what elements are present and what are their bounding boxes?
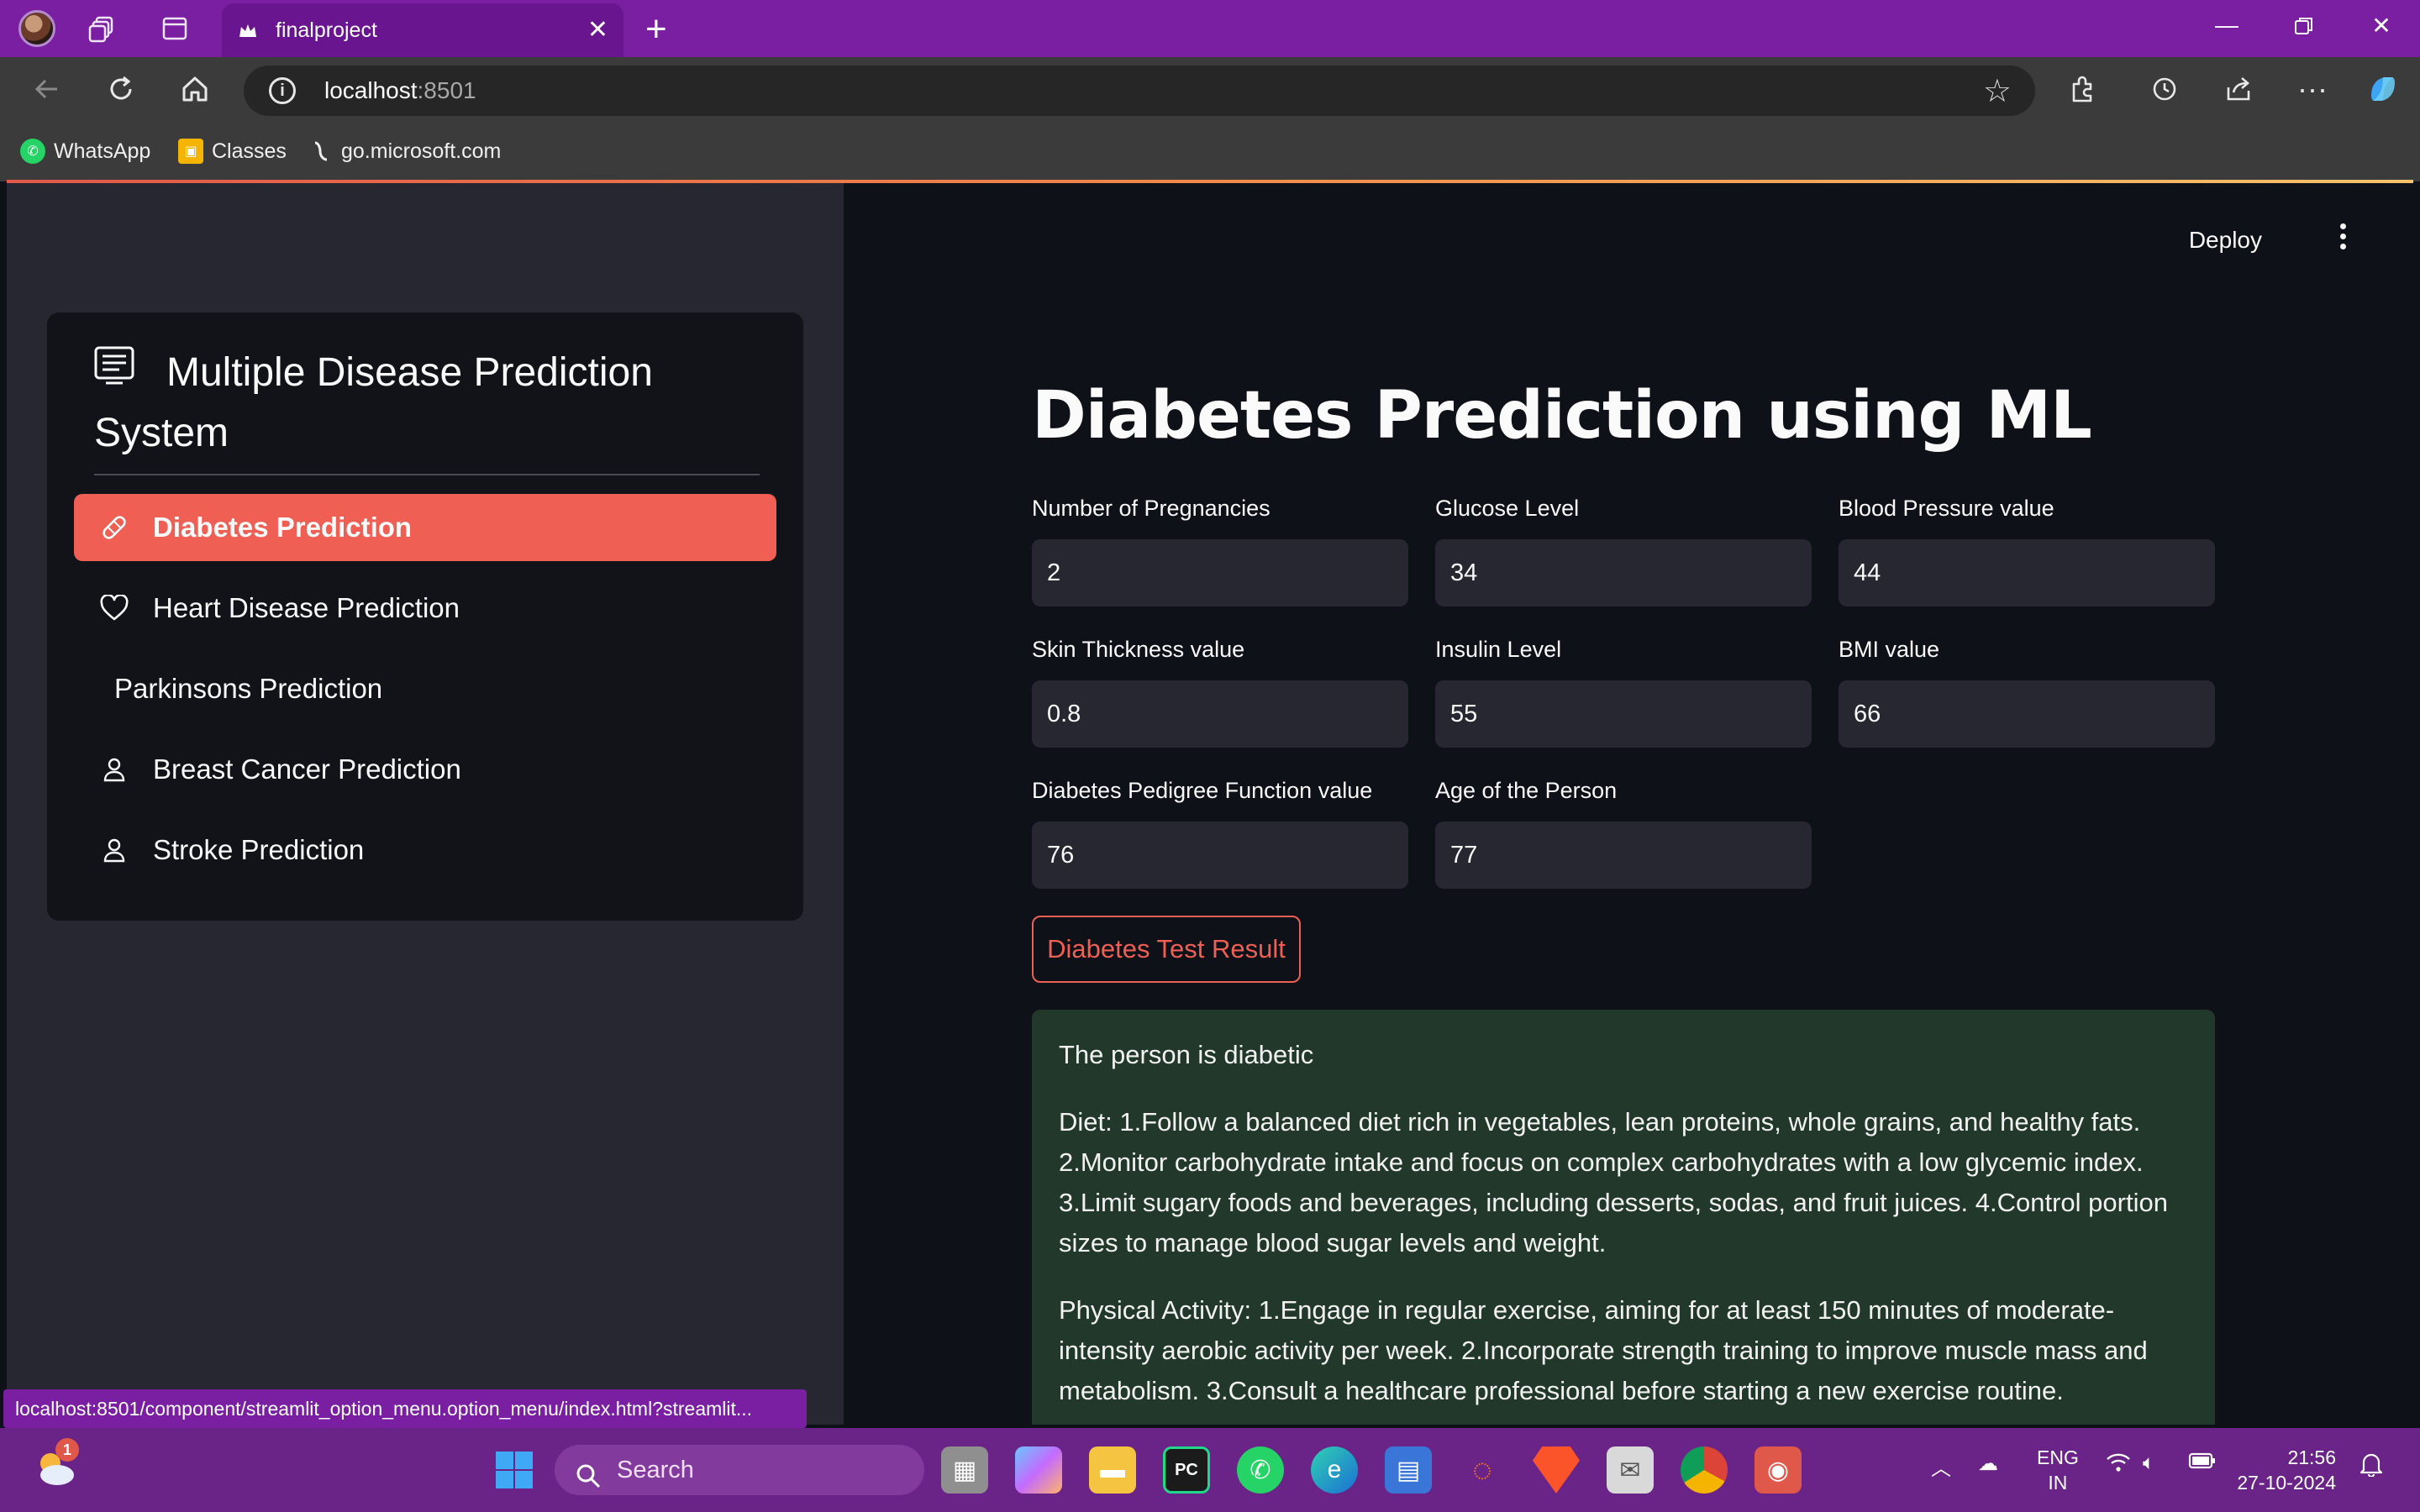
pregnancies-input[interactable]: 2 [1032, 539, 1408, 606]
notifications-icon[interactable] [2360, 1452, 2383, 1483]
menu-item-parkinsons[interactable]: Parkinsons Prediction [74, 655, 776, 722]
main-menu-icon[interactable] [2334, 223, 2351, 257]
wifi-icon[interactable] [2106, 1452, 2131, 1479]
task-view-icon[interactable]: ▦ [941, 1446, 988, 1494]
glucose-input[interactable]: 34 [1435, 539, 1812, 606]
profile-avatar[interactable] [18, 10, 55, 47]
tab-title: finalproject [276, 18, 377, 42]
recorder-icon[interactable]: ◉ [1754, 1446, 1802, 1494]
glucose-label: Glucose Level [1435, 496, 1580, 521]
heart-icon [99, 593, 129, 623]
bandaid-icon [99, 512, 129, 543]
store-icon[interactable]: ▤ [1385, 1446, 1432, 1494]
menu-item-diabetes[interactable]: Diabetes Prediction [74, 494, 776, 561]
history-icon[interactable] [2146, 71, 2183, 108]
show-hidden-icons[interactable]: ︿ [1931, 1452, 1951, 1481]
result-diet: Diet: 1.Follow a balanced diet rich in v… [1059, 1107, 2168, 1257]
diabetes-test-result-button[interactable]: Diabetes Test Result [1032, 916, 1301, 983]
whatsapp-icon: ✆ [20, 139, 45, 164]
refresh-icon[interactable] [103, 71, 139, 108]
more-options-icon[interactable]: ··· [2294, 71, 2331, 108]
menu-title: Multiple Disease Prediction System [94, 350, 653, 455]
pycharm-icon[interactable]: PC [1163, 1446, 1210, 1494]
url-text: localhost:8501 [324, 77, 476, 103]
skin-thickness-input[interactable]: 0.8 [1032, 680, 1408, 748]
minimize-icon[interactable]: — [2202, 12, 2252, 45]
weather-badge: 1 [55, 1438, 79, 1462]
person-icon [99, 754, 129, 785]
main-content: Deploy Diabetes Prediction using ML Numb… [844, 183, 2413, 1425]
classroom-icon: ▣ [178, 139, 203, 164]
age-input[interactable]: 77 [1435, 822, 1812, 889]
blood-pressure-label: Blood Pressure value [1839, 496, 2054, 521]
address-bar[interactable]: i localhost:8501 ☆ [244, 66, 2035, 116]
menu-divider [94, 474, 760, 475]
volume-icon[interactable]: 🔈︎ [2143, 1452, 2154, 1475]
result-success-box: The person is diabetic Diet: 1.Follow a … [1032, 1010, 2215, 1425]
link-status-bar: localhost:8501/component/streamlit_optio… [3, 1389, 807, 1428]
blood-pressure-input[interactable]: 44 [1839, 539, 2215, 606]
workspaces-icon[interactable] [87, 13, 118, 44]
close-window-icon[interactable]: ✕ [2356, 12, 2407, 45]
taskbar-search[interactable]: Search [555, 1445, 924, 1495]
bookmark-classes[interactable]: ▣ Classes [178, 136, 287, 166]
menu-item-stroke[interactable]: Stroke Prediction [74, 816, 776, 884]
close-tab-icon[interactable]: ✕ [587, 15, 608, 45]
home-icon[interactable] [176, 71, 213, 108]
menu-item-heart[interactable]: Heart Disease Prediction [74, 575, 776, 642]
battery-icon[interactable] [2188, 1452, 2217, 1476]
brave-icon[interactable] [1533, 1446, 1580, 1494]
jupyter-icon[interactable]: ◌ [1459, 1446, 1506, 1494]
whatsapp-app-icon[interactable]: ✆ [1237, 1446, 1284, 1494]
back-icon[interactable] [29, 71, 66, 108]
pregnancies-label: Number of Pregnancies [1032, 496, 1270, 521]
browser-titlebar: finalproject ✕ + — ✕ [0, 0, 2420, 57]
file-explorer-icon[interactable]: ▬ [1089, 1446, 1136, 1494]
copilot-icon[interactable] [2365, 71, 2402, 108]
restore-icon[interactable] [2279, 12, 2329, 45]
skin-thickness-label: Skin Thickness value [1032, 637, 1245, 662]
site-info-icon[interactable]: i [269, 77, 296, 104]
menu-item-breast-cancer[interactable]: Breast Cancer Prediction [74, 736, 776, 803]
favorite-star-icon[interactable]: ☆ [1983, 72, 2012, 110]
result-headline: The person is diabetic [1059, 1040, 1314, 1069]
option-menu: Multiple Disease Prediction System Diabe… [47, 312, 803, 921]
share-icon[interactable] [2220, 71, 2257, 108]
pedigree-label: Diabetes Pedigree Function value [1032, 778, 1373, 803]
streamlit-app: Multiple Disease Prediction System Diabe… [7, 183, 2413, 1425]
language-indicator[interactable]: ENG IN [2037, 1445, 2079, 1495]
clock[interactable]: 21:56 27-10-2024 [2235, 1445, 2336, 1495]
insulin-input[interactable]: 55 [1435, 680, 1812, 748]
deploy-button[interactable]: Deploy [2189, 227, 2262, 254]
onedrive-icon[interactable]: ☁ [1978, 1452, 1998, 1476]
age-label: Age of the Person [1435, 778, 1618, 803]
taskbar: 1 Search ▦ ▬ PC ✆ e ▤ ◌ ✉ ◉ ︿ ☁ ENG IN 🔈… [0, 1428, 2420, 1512]
bookmark-whatsapp[interactable]: ✆ WhatsApp [20, 136, 150, 166]
bmi-label: BMI value [1839, 637, 1940, 662]
browser-tab[interactable]: finalproject ✕ [222, 3, 623, 57]
sidebar: Multiple Disease Prediction System Diabe… [7, 183, 844, 1425]
bmi-input[interactable]: 66 [1839, 680, 2215, 748]
new-tab-icon[interactable]: + [645, 8, 667, 50]
mail-icon[interactable]: ✉ [1607, 1446, 1654, 1494]
link-icon [308, 139, 333, 164]
insulin-label: Insulin Level [1435, 637, 1562, 662]
pedigree-input[interactable]: 76 [1032, 822, 1408, 889]
extensions-icon[interactable] [2064, 71, 2101, 108]
page-title: Diabetes Prediction using ML [1032, 378, 2092, 454]
result-activity: Physical Activity: 1.Engage in regular e… [1059, 1295, 2148, 1405]
bookmark-go-microsoft[interactable]: go.microsoft.com [308, 136, 501, 166]
search-icon [575, 1457, 602, 1488]
chrome-icon[interactable] [1681, 1446, 1728, 1494]
copilot-app-icon[interactable] [1015, 1446, 1062, 1494]
start-icon[interactable] [491, 1446, 538, 1494]
edge-icon[interactable]: e [1311, 1446, 1358, 1494]
tab-actions-icon[interactable] [160, 13, 190, 44]
streamlit-crown-icon [237, 20, 259, 42]
person-icon [99, 835, 129, 865]
